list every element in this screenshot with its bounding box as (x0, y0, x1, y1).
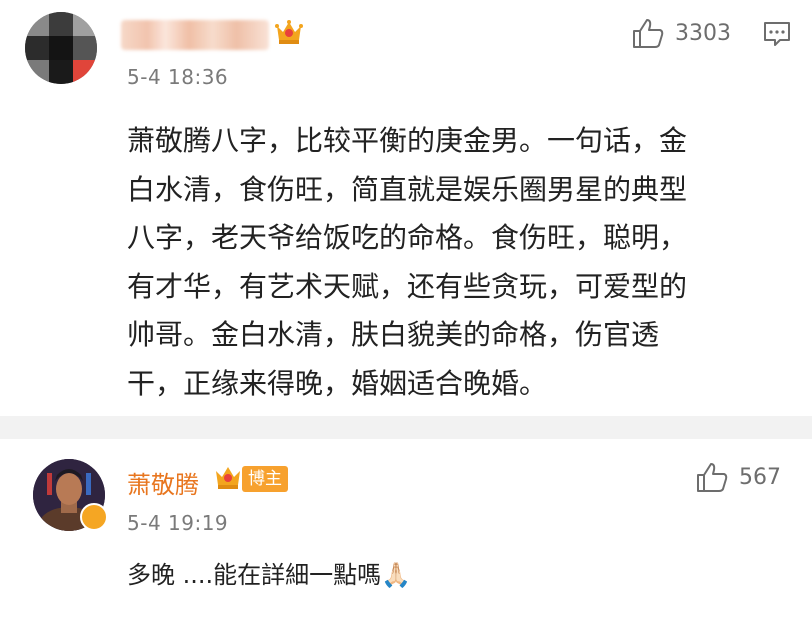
host-badge: 博主 (242, 466, 288, 492)
comment-line: 帅哥。金白水清，肤白貌美的命格，伤官透 (127, 318, 660, 351)
section-divider (0, 416, 812, 439)
commenter-username-blurred[interactable] (121, 20, 269, 50)
comment-main: 5-4 18:36 3303 萧敬腾八字，比较平衡的庚金男。一句话，金 白水清，… (0, 0, 812, 416)
reply-timestamp: 5-4 19:19 (127, 511, 229, 535)
comment-line: 八字，老天爷给饭吃的命格。食伤旺，聪明， (127, 221, 688, 254)
comment-line: 白水清，食伤旺，简直就是娱乐圈男星的典型 (127, 172, 688, 206)
commenter-avatar[interactable] (25, 12, 97, 84)
reply-like-count: 567 (739, 464, 781, 490)
comment-line: 萧敬腾八字，比较平衡的庚金男。一句话，金 (127, 124, 688, 157)
crown-icon (275, 20, 303, 44)
author-name[interactable]: 萧敬腾 (127, 465, 199, 500)
comment-icon[interactable] (762, 20, 792, 48)
comment-timestamp: 5-4 18:36 (127, 65, 229, 89)
reply-text: 多晚 ....能在詳細一點嗎🙏🏻 (127, 561, 412, 589)
verified-icon (80, 503, 108, 531)
comment-line: 有才华，有艺术天赋，还有些贪玩，可爱型的 (127, 269, 688, 303)
like-button[interactable]: 3303 (631, 16, 731, 50)
reply-comment (0, 439, 812, 625)
reply-like-button[interactable]: 567 (695, 460, 781, 494)
like-count: 3303 (675, 20, 731, 46)
comment-line: 干，正缘来得晚，婚姻适合晚婚。 (127, 366, 548, 400)
thumbs-up-icon (633, 19, 664, 48)
crown-icon (216, 467, 240, 489)
thumbs-up-icon (697, 463, 728, 492)
comment-body: 萧敬腾八字，比较平衡的庚金男。一句话，金 白水清，食伤旺，简直就是娱乐圈男星的典… (127, 117, 787, 408)
